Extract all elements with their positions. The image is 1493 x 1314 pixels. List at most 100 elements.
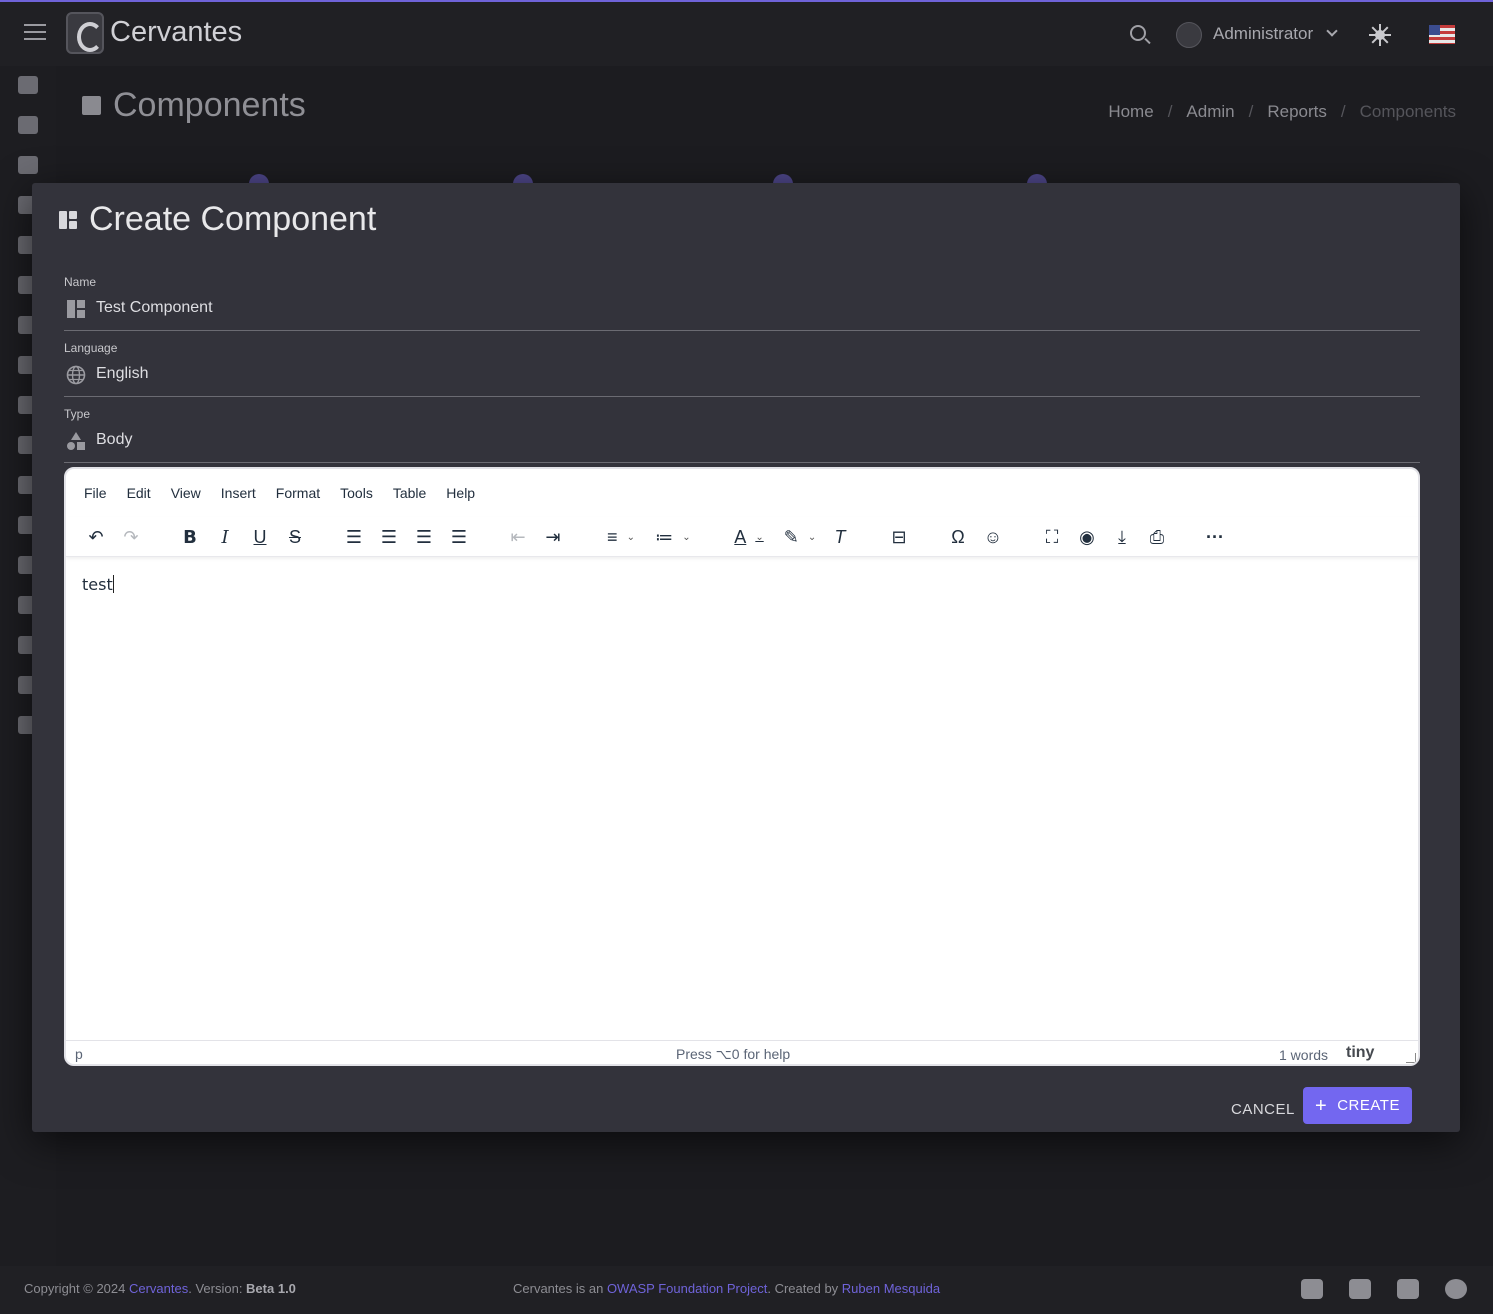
- breadcrumb-separator: /: [1340, 102, 1346, 121]
- menu-file[interactable]: File: [76, 483, 115, 503]
- owasp-link[interactable]: OWASP Foundation Project: [607, 1281, 767, 1296]
- highlight-color-icon[interactable]: ✎ ⌄: [777, 522, 823, 552]
- app-bar: Cervantes Administrator: [0, 2, 1493, 66]
- text-color-icon[interactable]: A ⌄: [726, 522, 772, 552]
- underline-icon[interactable]: U: [248, 522, 272, 552]
- logo-icon[interactable]: [66, 12, 104, 54]
- save-icon[interactable]: ⤓: [1110, 522, 1134, 552]
- element-path[interactable]: p: [75, 1046, 83, 1062]
- clear-formatting-icon[interactable]: T: [828, 522, 852, 552]
- page-break-icon[interactable]: ⊟: [887, 522, 911, 552]
- editor-toolbar: ↶ ↷ B I U S ☰ ☰ ☰ ☰ ⇤ ⇥ ≡ ⌄ ≔ ⌄ A ⌄ ✎ ⌄ T ⊟ …: [66, 517, 1418, 557]
- type-select[interactable]: Body: [96, 431, 1396, 449]
- emoji-icon[interactable]: ☺: [981, 522, 1005, 552]
- editor-text: test: [82, 575, 113, 594]
- menu-edit[interactable]: Edit: [119, 483, 159, 503]
- undo-icon[interactable]: ↶: [84, 522, 108, 552]
- breadcrumb: Home / Admin / Reports / Components: [1108, 102, 1456, 122]
- strikethrough-icon[interactable]: S: [283, 522, 307, 552]
- theme-toggle-icon[interactable]: [1369, 24, 1391, 46]
- dialog-title: Create Component: [89, 200, 377, 238]
- plus-icon: +: [1315, 1094, 1328, 1117]
- menu-format[interactable]: Format: [268, 483, 328, 503]
- word-count[interactable]: 1 words: [1279, 1047, 1328, 1063]
- version-prefix: . Version:: [188, 1281, 247, 1296]
- indent-icon[interactable]: ⇥: [541, 522, 565, 552]
- numbered-list-icon[interactable]: ≡ ⌄: [598, 522, 644, 552]
- type-field: Type Body: [64, 407, 1420, 463]
- name-input[interactable]: [96, 299, 1396, 317]
- menu-view[interactable]: View: [163, 483, 209, 503]
- fullscreen-icon[interactable]: ⛶: [1040, 522, 1064, 552]
- create-label: CREATE: [1337, 1097, 1400, 1114]
- more-icon[interactable]: ···: [1202, 522, 1228, 552]
- create-button[interactable]: + CREATE: [1303, 1087, 1412, 1124]
- breadcrumb-home[interactable]: Home: [1108, 102, 1153, 122]
- text-cursor: [112, 575, 114, 593]
- redo-icon[interactable]: ↷: [119, 522, 143, 552]
- italic-icon[interactable]: I: [213, 522, 237, 552]
- type-label: Type: [64, 407, 91, 421]
- dashboard-icon[interactable]: [18, 76, 38, 94]
- github-icon[interactable]: [1445, 1279, 1467, 1299]
- rich-text-editor: File Edit View Insert Format Tools Table…: [64, 467, 1420, 1066]
- menu-icon[interactable]: [24, 24, 46, 42]
- components-icon: [67, 300, 85, 318]
- tiny-logo[interactable]: tiny: [1346, 1044, 1374, 1062]
- editor-menubar: File Edit View Insert Format Tools Table…: [76, 483, 483, 503]
- footer-credits: Cervantes is an OWASP Foundation Project…: [513, 1281, 940, 1296]
- created-by-text: . Created by: [767, 1281, 842, 1296]
- align-right-icon[interactable]: ☰: [412, 522, 436, 552]
- components-icon: [59, 211, 77, 229]
- language-flag-icon[interactable]: [1429, 25, 1455, 44]
- menu-tools[interactable]: Tools: [332, 483, 381, 503]
- resize-handle[interactable]: [1406, 1053, 1416, 1063]
- page-title: Components: [113, 86, 306, 124]
- shapes-icon: [67, 432, 85, 450]
- user-menu[interactable]: Administrator: [1213, 24, 1313, 44]
- book-icon[interactable]: [18, 156, 38, 174]
- align-justify-icon[interactable]: ☰: [447, 522, 471, 552]
- language-select[interactable]: English: [96, 365, 1396, 383]
- language-field: Language English: [64, 341, 1420, 397]
- brand-name: Cervantes: [110, 16, 243, 48]
- footer: Copyright © 2024 Cervantes. Version: Bet…: [0, 1266, 1493, 1314]
- language-label: Language: [64, 341, 118, 355]
- docs-icon[interactable]: [1397, 1279, 1419, 1299]
- owasp-prefix: Cervantes is an: [513, 1281, 607, 1296]
- editor-content[interactable]: test: [82, 575, 114, 594]
- author-link[interactable]: Ruben Mesquida: [842, 1281, 940, 1296]
- bold-icon[interactable]: B: [178, 522, 202, 552]
- copyright-text: Copyright © 2024: [24, 1281, 129, 1296]
- avatar[interactable]: [1176, 22, 1202, 48]
- twitter-icon[interactable]: [1301, 1279, 1323, 1299]
- menu-help[interactable]: Help: [438, 483, 483, 503]
- align-center-icon[interactable]: ☰: [377, 522, 401, 552]
- create-component-dialog: Create Component Name Language English T…: [32, 183, 1460, 1132]
- help-hint: Press ⌥0 for help: [676, 1046, 791, 1062]
- components-icon: [82, 96, 101, 115]
- menu-table[interactable]: Table: [385, 483, 434, 503]
- footer-copyright: Copyright © 2024 Cervantes. Version: Bet…: [24, 1281, 296, 1296]
- print-icon[interactable]: ⎙: [1145, 522, 1169, 552]
- calendar-icon[interactable]: [18, 116, 38, 134]
- search-icon[interactable]: [1130, 25, 1146, 41]
- outdent-icon[interactable]: ⇤: [506, 522, 530, 552]
- special-character-icon[interactable]: Ω: [946, 522, 970, 552]
- discord-icon[interactable]: [1349, 1279, 1371, 1299]
- preview-icon[interactable]: ◉: [1075, 522, 1099, 552]
- bullet-list-icon[interactable]: ≔ ⌄: [650, 522, 696, 552]
- breadcrumb-admin[interactable]: Admin: [1186, 102, 1234, 122]
- menu-insert[interactable]: Insert: [213, 483, 264, 503]
- breadcrumb-separator: /: [1167, 102, 1173, 121]
- version-text: Beta 1.0: [246, 1281, 296, 1296]
- cancel-button[interactable]: CANCEL: [1227, 1095, 1299, 1124]
- align-left-icon[interactable]: ☰: [342, 522, 366, 552]
- chevron-down-icon[interactable]: [1326, 25, 1338, 37]
- breadcrumb-reports[interactable]: Reports: [1267, 102, 1327, 122]
- breadcrumb-current: Components: [1359, 102, 1456, 121]
- breadcrumb-separator: /: [1248, 102, 1254, 121]
- brand-link[interactable]: Cervantes: [129, 1281, 188, 1296]
- name-field: Name: [64, 275, 1420, 331]
- globe-icon: [66, 365, 86, 385]
